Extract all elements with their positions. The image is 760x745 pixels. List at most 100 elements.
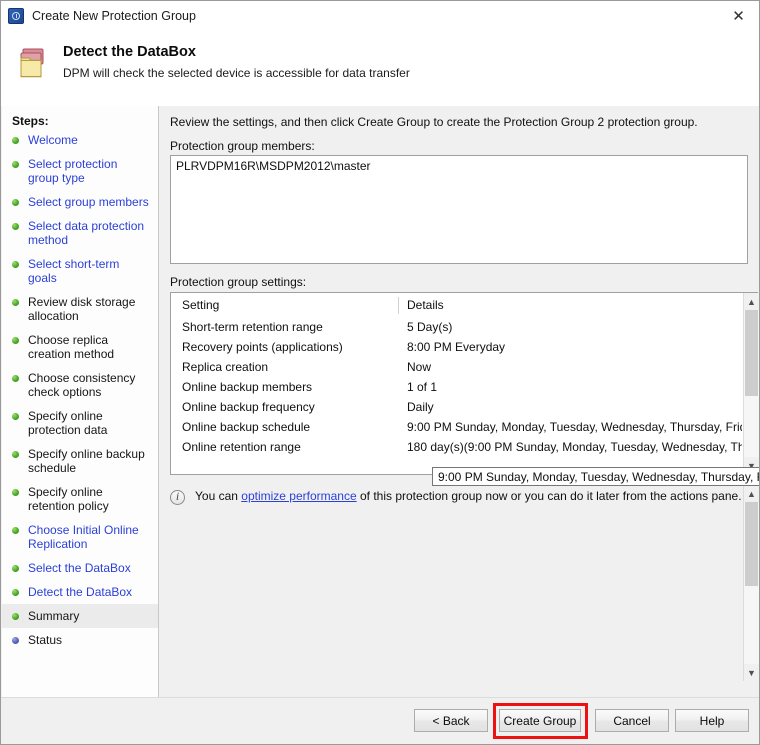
setting-value: 9:00 PM Sunday, Monday, Tuesday, Wednesd… (407, 420, 742, 434)
sidebar-item-label: Choose Initial Online Replication (28, 523, 139, 551)
sidebar-item-specify-online-retention-policy: Specify online retention policy (2, 480, 158, 518)
setting-name: Short-term retention range (182, 320, 323, 334)
step-bullet-icon (12, 161, 19, 168)
sidebar-item-choose-consistency-check-options: Choose consistency check options (2, 366, 158, 404)
step-bullet-icon (12, 137, 19, 144)
sidebar-item-label: Specify online retention policy (28, 485, 109, 513)
setting-value: 5 Day(s) (407, 320, 453, 334)
optimize-performance-link[interactable]: optimize performance (241, 489, 356, 503)
sidebar-item-label: Select group members (28, 195, 149, 209)
setting-value: 1 of 1 (407, 380, 438, 394)
chevron-down-icon[interactable]: ▼ (744, 664, 759, 681)
window-title: Create New Protection Group (32, 9, 196, 23)
create-group-button[interactable]: Create Group (499, 709, 581, 732)
sidebar-item-specify-online-protection-data: Specify online protection data (2, 404, 158, 442)
steps-sidebar: Steps: Welcome Select protection group ty… (2, 106, 159, 698)
close-icon[interactable]: ✕ (716, 1, 759, 30)
protection-group-settings-grid[interactable]: Setting Details Short-term retention range… (170, 292, 758, 475)
wizard-header: Detect the DataBox DPM will check the se… (1, 31, 759, 106)
setting-name: Online retention range (182, 440, 301, 454)
settings-tooltip: 9:00 PM Sunday, Monday, Tuesday, Wednesd… (432, 467, 759, 486)
step-bullet-icon (12, 637, 19, 644)
cancel-button[interactable]: Cancel (595, 709, 669, 732)
info-icon (170, 489, 185, 505)
sidebar-item-label: Review disk storage allocation (28, 295, 136, 323)
steps-title: Steps: (12, 114, 49, 128)
step-bullet-icon (12, 565, 19, 572)
sidebar-item-welcome[interactable]: Welcome (2, 128, 158, 152)
setting-value: 180 day(s)(9:00 PM Sunday, Monday, Tuesd… (407, 440, 742, 454)
sidebar-item-label: Select protection group type (28, 157, 118, 185)
settings-row[interactable]: Short-term retention range 5 Day(s) (171, 317, 742, 337)
chevron-up-icon[interactable]: ▲ (744, 293, 759, 310)
sidebar-item-select-short-term-goals[interactable]: Select short-term goals (2, 252, 158, 290)
sidebar-item-label: Summary (28, 609, 80, 623)
step-bullet-icon (12, 527, 19, 534)
help-button[interactable]: Help (675, 709, 749, 732)
folder-stack-icon (20, 48, 44, 78)
sidebar-item-choose-replica-creation-method: Choose replica creation method (2, 328, 158, 366)
sidebar-item-status: Status (2, 628, 158, 652)
setting-value: Now (407, 360, 432, 374)
sidebar-item-label: Specify online protection data (28, 409, 108, 437)
page-subtitle: DPM will check the selected device is ac… (63, 66, 410, 80)
sidebar-item-select-the-databox[interactable]: Select the DataBox (2, 556, 158, 580)
sidebar-item-detect-the-databox[interactable]: Detect the DataBox (2, 580, 158, 604)
info-suffix: of this protection group now or you can … (356, 489, 742, 503)
sidebar-item-specify-online-backup-schedule: Specify online backup schedule (2, 442, 158, 480)
protection-group-members-list[interactable]: PLRVDPM16R\MSDPM2012\master (170, 155, 748, 264)
settings-row[interactable]: Online backup schedule 9:00 PM Sunday, Mo… (171, 417, 742, 437)
setting-value: 8:00 PM Everyday (407, 340, 506, 354)
settings-row[interactable]: Replica creation Now (171, 357, 742, 377)
step-bullet-icon (12, 337, 19, 344)
column-header-details[interactable]: Details (398, 298, 742, 312)
page-title: Detect the DataBox (63, 44, 196, 60)
settings-row[interactable]: Online retention range 180 day(s)(9:00 PM… (171, 437, 742, 457)
steps-list: Welcome Select protection group type Selec… (2, 128, 158, 652)
settings-grid-body: Setting Details Short-term retention range… (171, 293, 742, 474)
lower-scroll-track[interactable] (744, 502, 759, 664)
sidebar-item-label: Specify online backup schedule (28, 447, 145, 475)
step-bullet-icon (12, 199, 19, 206)
member-item[interactable]: PLRVDPM16R\MSDPM2012\master (171, 156, 747, 176)
sidebar-item-summary: Summary (2, 604, 158, 628)
settings-row[interactable]: Online backup frequency Daily (171, 397, 742, 417)
dialog-footer: < Back Create Group Cancel Help (1, 697, 759, 744)
create-protection-group-dialog: Create New Protection Group ✕ Detect the… (0, 0, 760, 745)
setting-name: Replica creation (182, 360, 269, 374)
settings-row[interactable]: Recovery points (applications) 8:00 PM Ev… (171, 337, 742, 357)
content-pane: Review the settings, and then click Crea… (159, 106, 759, 698)
sidebar-item-select-data-protection-method[interactable]: Select data protection method (2, 214, 158, 252)
settings-scroll-track[interactable] (744, 310, 759, 457)
sidebar-item-review-disk-storage-allocation: Review disk storage allocation (2, 290, 158, 328)
settings-grid-header: Setting Details (171, 293, 742, 317)
step-bullet-icon (12, 223, 19, 230)
sidebar-item-select-protection-group-type[interactable]: Select protection group type (2, 152, 158, 190)
chevron-up-icon[interactable]: ▲ (744, 485, 759, 502)
step-bullet-icon (12, 451, 19, 458)
members-label: Protection group members: (170, 139, 315, 153)
sidebar-item-label: Select the DataBox (28, 561, 131, 575)
sidebar-item-select-group-members[interactable]: Select group members (2, 190, 158, 214)
lower-scroll-thumb[interactable] (745, 502, 758, 586)
column-header-setting[interactable]: Setting (171, 298, 398, 312)
sidebar-item-choose-initial-online-replication[interactable]: Choose Initial Online Replication (2, 518, 158, 556)
sidebar-item-label: Choose replica creation method (28, 333, 115, 361)
info-text: You can optimize performance of this pro… (195, 489, 742, 504)
dpm-clock-icon (8, 8, 24, 24)
settings-scroll-thumb[interactable] (745, 310, 758, 396)
sidebar-item-label: Select short-term goals (28, 257, 120, 285)
settings-row[interactable]: Online backup members 1 of 1 (171, 377, 742, 397)
step-bullet-icon (12, 489, 19, 496)
back-button[interactable]: < Back (414, 709, 488, 732)
lower-scroll-pane: You can optimize performance of this pro… (159, 484, 759, 679)
setting-name: Online backup members (182, 380, 313, 394)
step-bullet-icon (12, 299, 19, 306)
intro-text: Review the settings, and then click Crea… (170, 115, 698, 129)
sidebar-item-label: Status (28, 633, 63, 647)
lower-pane-scrollbar[interactable]: ▲ ▼ (743, 485, 759, 681)
title-bar: Create New Protection Group ✕ (1, 1, 759, 31)
settings-grid-scrollbar[interactable]: ▲ ▼ (743, 293, 759, 474)
settings-label: Protection group settings: (170, 275, 307, 289)
setting-name: Recovery points (applications) (182, 340, 343, 354)
